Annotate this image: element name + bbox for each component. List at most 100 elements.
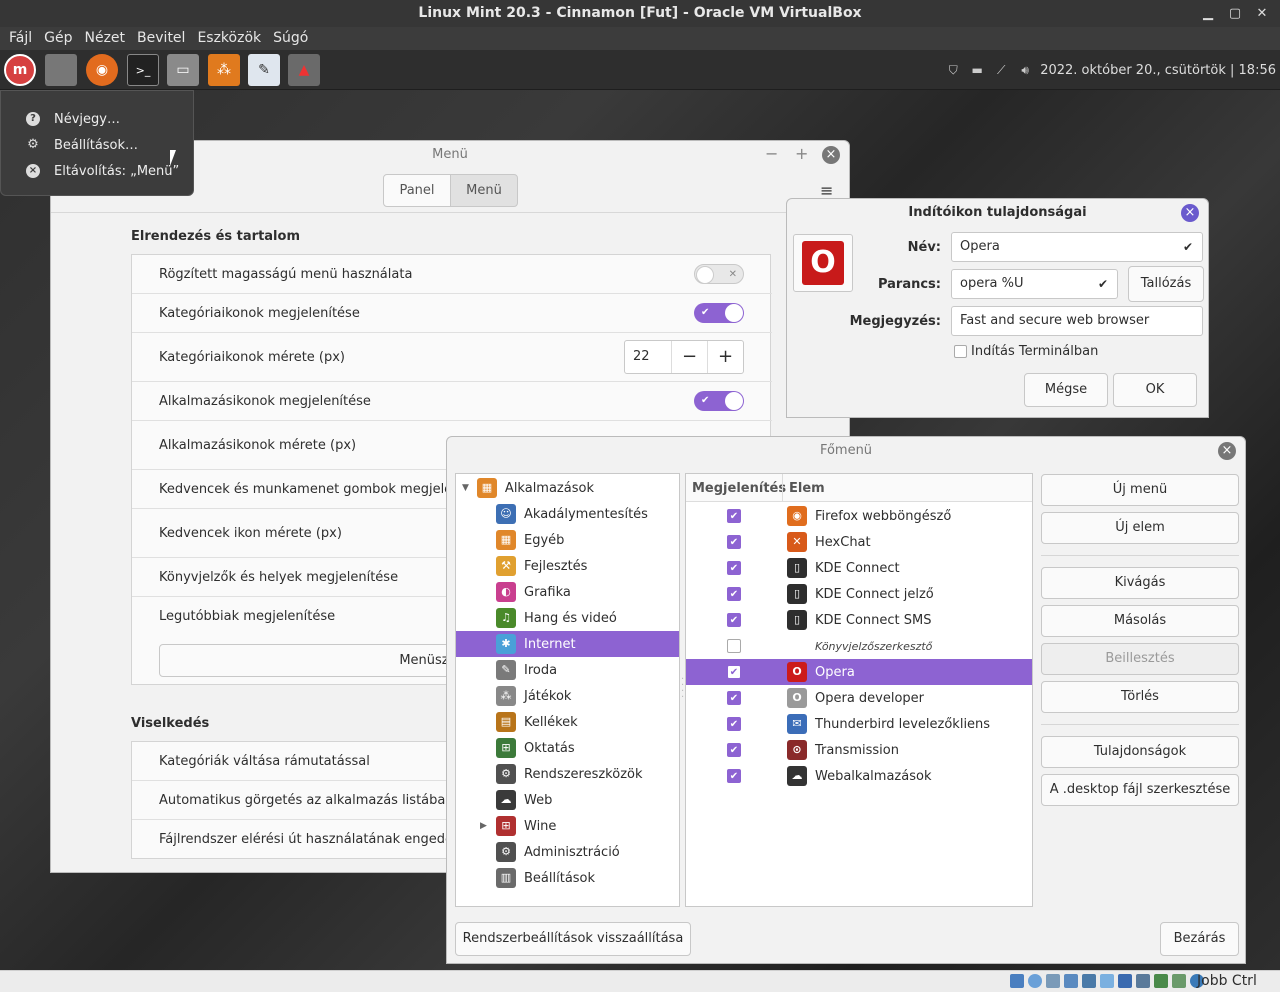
show-checkbox[interactable]: ✔ [727,769,741,783]
category-icon-size-spinner[interactable]: 22 − + [624,340,744,374]
category-item[interactable]: ◐ Grafika [456,579,679,605]
comment-field[interactable]: Fast and secure web browser [951,306,1203,336]
menu-item-row[interactable]: ✔ ▯ KDE Connect SMS [686,607,1032,633]
maximize-icon[interactable]: + [795,144,808,163]
menu-item-row[interactable]: ✔ O Opera [686,659,1032,685]
about-menu-item[interactable]: ? Névjegy… [1,106,193,132]
menu-devices[interactable]: Eszközök [192,27,266,50]
settings-menu-item[interactable]: ⚙ Beállítások… [1,132,193,158]
show-checkbox[interactable]: ✔ [727,717,741,731]
display-icon[interactable] [1118,974,1132,988]
terminal-checkbox[interactable] [954,345,967,358]
category-item[interactable]: ▦ Egyéb [456,527,679,553]
close-icon[interactable]: × [1218,442,1236,460]
menu-help[interactable]: Súgó [268,27,313,50]
close-icon[interactable]: × [822,146,840,164]
plus-button[interactable]: + [707,341,743,373]
app-icons-toggle[interactable]: ✔ [694,391,744,411]
menu-item-row[interactable]: ✔ ▯ KDE Connect jelző [686,581,1032,607]
fixed-height-toggle[interactable]: ✕ [694,264,744,284]
category-item[interactable]: ⁂ Játékok [456,683,679,709]
tab-panel[interactable]: Panel [383,174,451,207]
name-field[interactable]: Opera ✔ [951,232,1203,262]
menu-item-row[interactable]: ✔ O Opera developer [686,685,1032,711]
delete-button[interactable]: Törlés [1041,681,1239,713]
ok-button[interactable]: OK [1113,373,1197,407]
show-checkbox[interactable]: ✔ [727,613,741,627]
properties-button[interactable]: Tulajdonságok [1041,736,1239,768]
menu-item-row[interactable]: ✔ ◉ Firefox webböngésző [686,503,1032,529]
cancel-button[interactable]: Mégse [1024,373,1108,407]
shield-icon[interactable]: ⛉ [944,63,962,77]
menu-item-row[interactable]: ✔ ✕ HexChat [686,529,1032,555]
mint-menu-icon[interactable]: m [4,54,36,86]
category-item[interactable]: ▤ Kellékek [456,709,679,735]
expand-arrow-icon[interactable]: ▼ [462,483,469,493]
category-item[interactable]: ▶ ⊞ Wine [456,813,679,839]
maximize-button[interactable]: ▢ [1222,0,1248,27]
category-icons-toggle[interactable]: ✔ [694,303,744,323]
files-icon[interactable]: ▭ [167,54,199,86]
category-item[interactable]: ⚙ Rendszereszközök [456,761,679,787]
text-editor-icon[interactable]: ✎ [248,54,280,86]
show-checkbox[interactable]: ✔ [727,665,741,679]
show-checkbox[interactable]: ✔ [727,509,741,523]
new-item-button[interactable]: Új elem [1041,512,1239,544]
optical-drive-icon[interactable] [1028,974,1042,988]
tree-root[interactable]: ▼ ▦ Alkalmazások [456,475,679,501]
cut-button[interactable]: Kivágás [1041,567,1239,599]
menu-machine[interactable]: Gép [39,27,77,50]
app-launcher-icon[interactable]: ▲ [288,54,320,86]
col-item-header[interactable]: Elem [789,481,825,496]
keyboard-icon[interactable]: ▬ [968,63,986,77]
paste-button[interactable]: Beillesztés [1041,643,1239,675]
menu-item-row[interactable]: ✔ ▯ KDE Connect [686,555,1032,581]
clock[interactable]: 2022. október 20., csütörtök | 18:56 [1040,63,1276,78]
tab-menu[interactable]: Menü [450,174,518,207]
cpu-icon[interactable] [1154,974,1168,988]
show-checkbox[interactable]: ✔ [727,743,741,757]
minimize-icon[interactable]: − [765,144,778,163]
show-checkbox[interactable]: ✔ [727,561,741,575]
show-checkbox[interactable] [727,639,741,653]
category-item[interactable]: ♫ Hang és videó [456,605,679,631]
restore-defaults-button[interactable]: Rendszerbeállítások visszaállítása [455,922,691,956]
category-item[interactable]: ⚒ Fejlesztés [456,553,679,579]
hdd-icon[interactable] [1010,974,1024,988]
volume-icon[interactable]: 🔊︎ [1016,63,1034,77]
show-checkbox[interactable]: ✔ [727,587,741,601]
menu-input[interactable]: Bevitel [132,27,190,50]
category-item[interactable]: ⚙ Adminisztráció [456,839,679,865]
pane-splitter[interactable]: · · · · [681,675,684,703]
copy-button[interactable]: Másolás [1041,605,1239,637]
firefox-icon[interactable]: ◉ [86,54,118,86]
menu-item-row[interactable]: Könyvjelzőszerkesztő [686,633,1032,659]
edit-desktop-file-button[interactable]: A .desktop fájl szerkesztése [1041,774,1239,806]
category-item[interactable]: ☁ Web [456,787,679,813]
network-icon[interactable]: ⟋ [992,63,1010,77]
category-item[interactable]: ✎ Iroda [456,657,679,683]
col-show-header[interactable]: Megjelenítés [692,481,786,496]
category-item[interactable]: ▥ Beállítások [456,865,679,891]
terminal-icon[interactable]: >_ [127,54,159,86]
show-checkbox[interactable]: ✔ [727,691,741,705]
minus-button[interactable]: − [671,341,707,373]
menu-item-row[interactable]: ✔ ✉ Thunderbird levelezőkliens [686,711,1032,737]
category-item[interactable]: ☺ Akadálymentesítés [456,501,679,527]
show-desktop-icon[interactable] [45,54,77,86]
shared-folder-icon[interactable] [1100,974,1114,988]
menu-item-row[interactable]: ✔ ⊙ Transmission [686,737,1032,763]
menu-view[interactable]: Nézet [80,27,131,50]
usb-icon[interactable] [1082,974,1096,988]
browse-button[interactable]: Tallózás [1128,266,1204,302]
menu-item-row[interactable]: ✔ ☁ Webalkalmazások [686,763,1032,789]
category-item[interactable]: ⊞ Oktatás [456,735,679,761]
software-icon[interactable]: ⁂ [208,54,240,86]
menu-file[interactable]: Fájl [4,27,37,50]
recording-icon[interactable] [1136,974,1150,988]
mouse-integration-icon[interactable] [1172,974,1186,988]
category-item[interactable]: ✱ Internet [456,631,679,657]
show-checkbox[interactable]: ✔ [727,535,741,549]
minimize-button[interactable]: ▁ [1195,0,1221,27]
close-button[interactable]: Bezárás [1160,922,1239,956]
